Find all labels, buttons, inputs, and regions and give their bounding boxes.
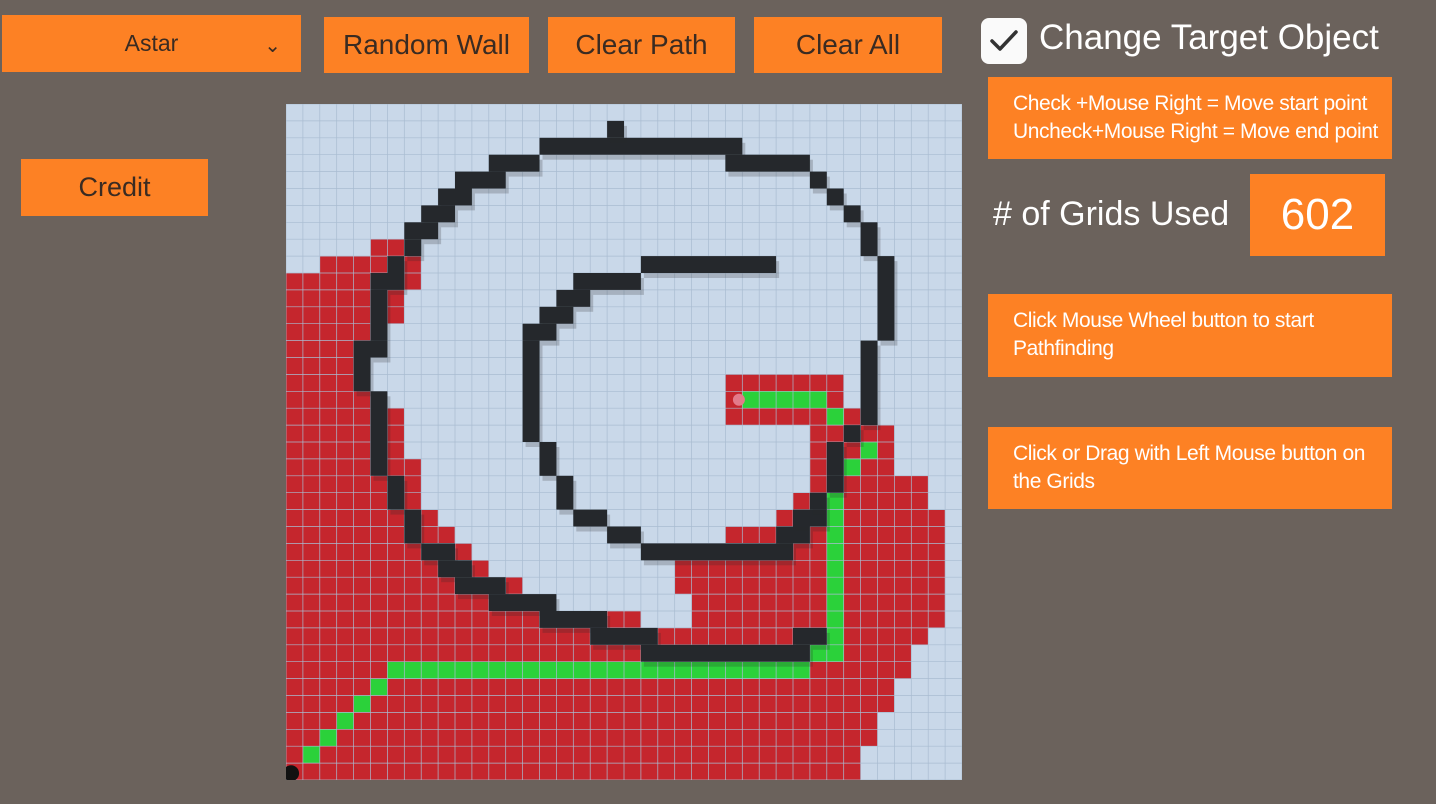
- wall-block: [556, 289, 591, 307]
- path-cell: [793, 391, 810, 409]
- empty-strip: [911, 661, 962, 679]
- path-cell: [826, 543, 844, 561]
- path-cell: [759, 391, 777, 409]
- visited-strip: [691, 611, 946, 628]
- wall-block: [809, 171, 827, 189]
- wall-block: [488, 594, 557, 611]
- chevron-down-icon: ⌄: [264, 35, 281, 57]
- end-target-marker[interactable]: [732, 393, 745, 406]
- wall-block: [793, 627, 827, 645]
- wall-block: [539, 611, 608, 628]
- empty-strip: [877, 712, 962, 730]
- wall-block: [353, 357, 371, 392]
- wall-block: [404, 239, 422, 257]
- wall-block: [556, 475, 574, 510]
- path-cell: [370, 678, 388, 696]
- wall-block: [877, 256, 895, 341]
- path-cell: [826, 408, 844, 426]
- path-cell: [826, 594, 844, 611]
- wall-block: [826, 442, 844, 476]
- wall-block: [590, 627, 658, 645]
- wall-block: [826, 188, 844, 206]
- change-target-label: Change Target Object: [1039, 18, 1379, 57]
- wall-block: [640, 543, 793, 561]
- path-cell: [826, 560, 844, 578]
- wall-block: [843, 425, 861, 442]
- wall-block: [860, 340, 878, 426]
- visited-strip: [725, 374, 844, 392]
- wall-block: [370, 391, 388, 476]
- instruction-line: Click Mouse Wheel button to start: [1013, 309, 1314, 332]
- wall-block: [607, 120, 624, 138]
- wall-block: [455, 577, 506, 595]
- visited-strip: [793, 712, 878, 730]
- wall-block: [404, 509, 422, 544]
- path-cell: [302, 746, 320, 764]
- instruction-line: the Grids: [1013, 470, 1095, 493]
- clear-all-button[interactable]: Clear All: [754, 17, 942, 73]
- wall-block: [826, 475, 844, 493]
- wall-block: [370, 289, 388, 341]
- wall-block: [809, 492, 827, 510]
- wall-block: [539, 306, 574, 324]
- move-points-instructions: Check +Mouse Right = Move start point Un…: [988, 77, 1392, 159]
- instruction-line: Click or Drag with Left Mouse button on: [1013, 442, 1366, 465]
- path-cell: [353, 695, 371, 713]
- wall-block: [843, 205, 861, 223]
- path-cell: [826, 611, 844, 628]
- instruction-line: Pathfinding: [1013, 337, 1114, 360]
- instruction-line: Uncheck+Mouse Right = Move end point: [1013, 120, 1378, 143]
- credit-button[interactable]: Credit: [21, 159, 208, 216]
- algorithm-dropdown[interactable]: Astar ⌄: [2, 15, 301, 72]
- wall-block: [438, 560, 472, 578]
- wall-block: [522, 323, 557, 341]
- wall-block: [522, 340, 540, 442]
- wall-block: [539, 137, 743, 155]
- visited-strip: [691, 594, 946, 611]
- path-cell: [319, 729, 337, 747]
- wall-block: [455, 171, 506, 189]
- change-target-checkbox[interactable]: [981, 18, 1027, 64]
- wall-block: [725, 154, 810, 172]
- path-cell: [826, 577, 844, 595]
- wall-block: [353, 340, 388, 358]
- visited-strip: [793, 729, 878, 747]
- wall-block: [860, 222, 878, 257]
- wall-block: [640, 644, 810, 662]
- wall-block: [404, 222, 439, 240]
- wall-block: [421, 543, 455, 561]
- checkmark-icon: [990, 30, 1018, 51]
- algorithm-selected: Astar: [124, 30, 179, 56]
- path-cell: [809, 391, 827, 409]
- wall-block: [573, 273, 641, 290]
- wall-block: [573, 509, 608, 527]
- empty-strip: [877, 729, 962, 747]
- clear-path-button[interactable]: Clear Path: [548, 17, 735, 73]
- grids-used-count: 602: [1250, 174, 1385, 256]
- wall-block: [640, 256, 777, 273]
- random-wall-button[interactable]: Random Wall: [324, 17, 529, 73]
- instruction-line: Check +Mouse Right = Move start point: [1013, 92, 1368, 115]
- wall-block: [387, 475, 405, 510]
- grids-used-label: # of Grids Used: [993, 195, 1230, 233]
- pathfinding-grid[interactable]: [286, 104, 962, 780]
- pathfinding-instructions: Click Mouse Wheel button to start Pathfi…: [988, 294, 1392, 377]
- wall-block: [607, 526, 641, 544]
- wall-block: [387, 256, 405, 273]
- path-cell: [776, 391, 793, 409]
- wall-block: [370, 273, 405, 290]
- empty-strip: [911, 644, 962, 662]
- drawing-instructions: Click or Drag with Left Mouse button on …: [988, 427, 1392, 509]
- wall-block: [421, 205, 455, 223]
- path-cell: [336, 712, 354, 730]
- wall-block: [488, 154, 540, 172]
- wall-block: [438, 188, 472, 206]
- wall-block: [539, 442, 557, 476]
